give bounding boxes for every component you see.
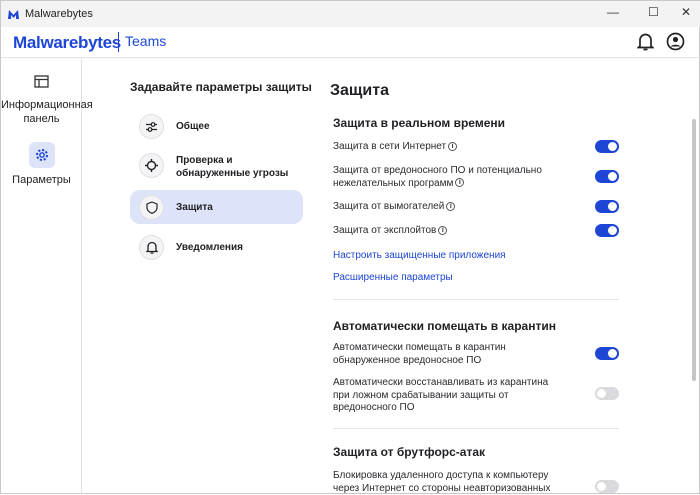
web-protection-toggle[interactable]	[595, 140, 619, 153]
close-button[interactable]: ✕	[681, 5, 691, 19]
divider	[333, 299, 619, 300]
ransomware-protection-toggle[interactable]	[595, 200, 619, 213]
setting-text: Защита в сети Интернет	[333, 141, 447, 152]
bell-icon	[139, 235, 164, 260]
nav-title: Задавайте параметры защиты	[130, 80, 312, 94]
page-title: Защита	[330, 82, 389, 99]
section-title: Автоматически помещать в карантин	[333, 319, 556, 333]
app-header: Malwarebytes Teams	[1, 27, 700, 58]
rail-label-settings: Параметры	[12, 174, 71, 186]
info-icon[interactable]: i	[438, 225, 448, 235]
setting-label: Защита от эксплойтов i	[333, 225, 573, 238]
nav-item-general[interactable]: Общее	[130, 109, 303, 143]
side-rail: Информационная панель Параметры	[1, 58, 93, 495]
setting-text: Защита от вымогателей	[333, 201, 445, 212]
divider	[333, 428, 619, 429]
brute-force-toggle[interactable]	[595, 480, 619, 493]
exploit-protection-toggle[interactable]	[595, 224, 619, 237]
auto-quarantine-toggle[interactable]	[595, 347, 619, 360]
malware-protection-toggle[interactable]	[595, 170, 619, 183]
gear-icon	[36, 149, 48, 161]
auto-restore-toggle[interactable]	[595, 387, 619, 400]
setting-label: Автоматически восстанавливать из каранти…	[333, 377, 549, 413]
title-bar: Malwarebytes — ☐ ✕	[1, 1, 700, 27]
rail-item-dashboard[interactable]: Информационная панель	[1, 72, 93, 132]
maximize-button[interactable]: ☐	[648, 5, 659, 19]
nav-item-protection[interactable]: Защита	[130, 190, 303, 224]
brand-logo: Malwarebytes	[13, 33, 121, 52]
dashboard-icon	[34, 75, 49, 88]
nav-label: Общее	[176, 121, 210, 132]
rail-item-settings[interactable]: Параметры	[1, 142, 82, 187]
info-icon[interactable]: i	[455, 178, 465, 188]
setting-label: Защита от вымогателей i	[333, 201, 573, 214]
setting-label: Блокировка удаленного доступа к компьюте…	[333, 470, 551, 494]
sliders-icon	[139, 114, 164, 139]
account-icon[interactable]	[666, 32, 685, 51]
setting-label: Защита в сети Интернет i	[333, 141, 573, 154]
nav-label: Защита	[176, 202, 213, 213]
section-title: Защита в реальном времени	[333, 116, 505, 130]
shield-icon	[139, 195, 164, 220]
info-icon[interactable]: i	[448, 141, 458, 151]
nav-item-scan[interactable]: Проверка и обнаруженные угрозы	[130, 148, 303, 182]
setting-text: Защита от вредоносного ПО и потенциально…	[333, 165, 542, 189]
setting-text: Защита от эксплойтов	[333, 225, 437, 236]
window-title: Malwarebytes	[25, 8, 93, 20]
setting-label: Автоматически помещать в карантин обнару…	[333, 342, 506, 366]
product-name: Teams	[125, 33, 167, 49]
bell-icon[interactable]	[637, 32, 654, 51]
divider	[118, 32, 119, 52]
section-title: Защита от брутфорс-атак	[333, 445, 486, 459]
nav-label: Уведомления	[176, 242, 243, 253]
info-icon[interactable]: i	[446, 201, 456, 211]
advanced-settings-link[interactable]: Расширенные параметры	[333, 272, 453, 283]
malwarebytes-logo-icon	[8, 10, 19, 19]
protected-apps-link[interactable]: Настроить защищенные приложения	[333, 250, 506, 261]
crosshair-icon	[139, 153, 164, 178]
rail-label-dashboard: Информационная панель	[1, 99, 93, 125]
setting-label: Защита от вредоносного ПО и потенциально…	[333, 165, 553, 190]
minimize-button[interactable]: —	[607, 5, 619, 19]
scrollbar[interactable]	[692, 119, 696, 381]
nav-label: Проверка и обнаруженные угрозы	[176, 155, 289, 179]
nav-item-notifications[interactable]: Уведомления	[130, 230, 303, 264]
